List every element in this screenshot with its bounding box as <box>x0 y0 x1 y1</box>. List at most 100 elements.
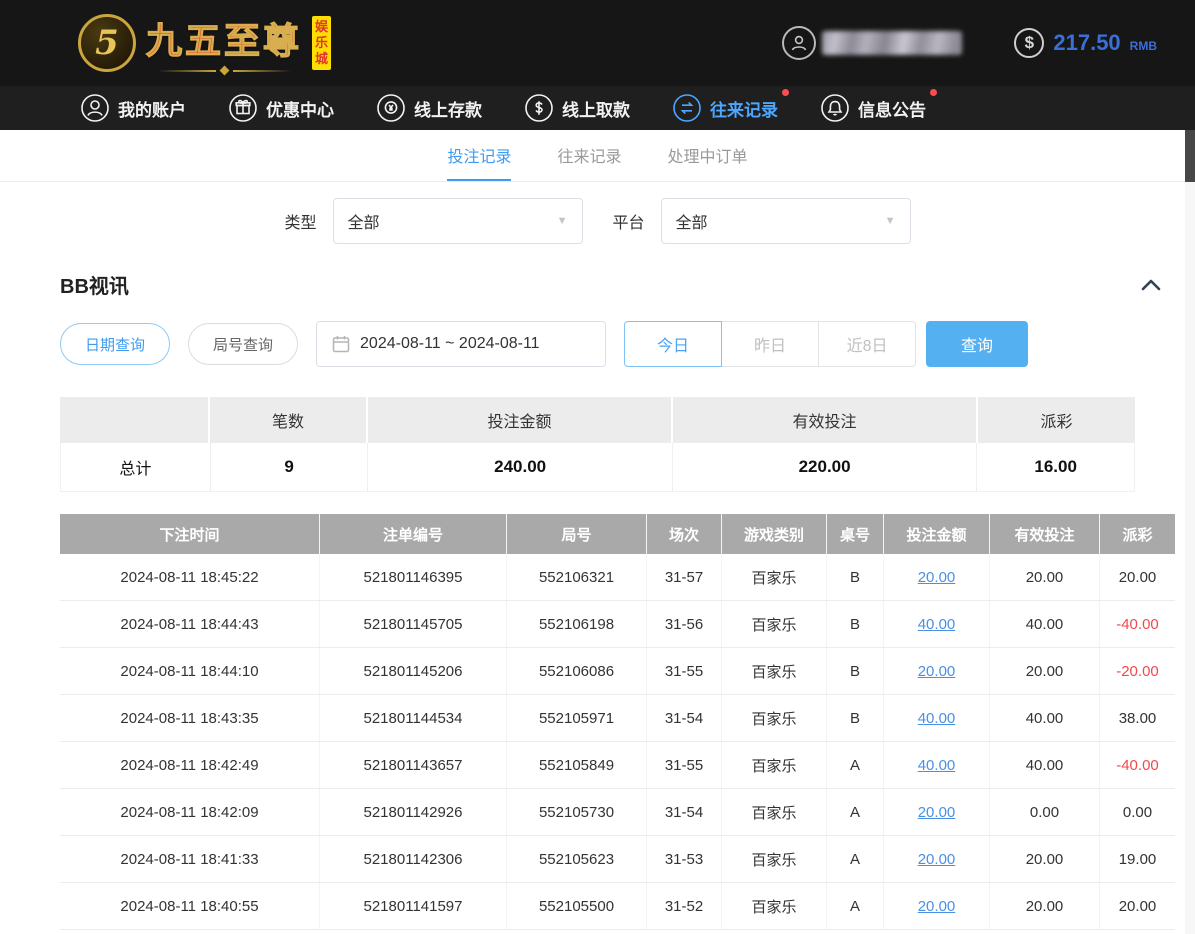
type-filter: 类型 全部 ▼ <box>284 198 582 244</box>
bet-amount[interactable]: 20.00 <box>884 554 990 600</box>
col-header-game-type: 游戏类别 <box>722 514 827 554</box>
deposit-icon <box>376 93 406 123</box>
summary-total-row: 总计 9 240.00 220.00 16.00 <box>60 443 1135 492</box>
logo[interactable]: 5 九五至尊 娱乐城 <box>78 12 331 74</box>
round-id: 552106321 <box>507 554 647 600</box>
session: 31-53 <box>647 836 722 882</box>
scrollbar[interactable] <box>1185 130 1195 934</box>
table-no: A <box>827 742 884 788</box>
username-blurred <box>822 31 962 55</box>
payout: 38.00 <box>1100 695 1175 741</box>
tab-bet-records[interactable]: 投注记录 <box>447 130 511 181</box>
date-range-input[interactable]: 2024-08-11 ~ 2024-08-11 <box>316 321 606 367</box>
tab-processing-orders[interactable]: 处理中订单 <box>668 130 748 181</box>
platform-filter-label: 平台 <box>613 209 645 233</box>
nav-item-my-account[interactable]: 我的账户 <box>80 93 186 123</box>
game-type: 百家乐 <box>722 789 827 835</box>
platform-select[interactable]: 全部 ▼ <box>661 198 911 244</box>
logo-text: 九五至尊 <box>146 12 302 74</box>
session: 31-54 <box>647 695 722 741</box>
notification-dot <box>930 89 937 96</box>
table-no: B <box>827 601 884 647</box>
valid-bet: 20.00 <box>990 554 1100 600</box>
bet-time: 2024-08-11 18:42:49 <box>60 742 320 788</box>
game-type: 百家乐 <box>722 695 827 741</box>
yesterday-button[interactable]: 昨日 <box>721 321 819 367</box>
col-header-bet-time: 下注时间 <box>60 514 320 554</box>
date-query-button[interactable]: 日期查询 <box>60 323 170 365</box>
platform-select-value: 全部 <box>676 209 708 233</box>
topbar-right: $ 217.50 RMB <box>782 26 1157 60</box>
payout: -20.00 <box>1100 648 1175 694</box>
bet-amount[interactable]: 40.00 <box>884 742 990 788</box>
bet-id: 521801145206 <box>320 648 507 694</box>
table-row: 2024-08-11 18:45:22521801146395552106321… <box>60 554 1175 601</box>
balance-amount: 217.50 <box>1053 30 1120 56</box>
valid-bet: 0.00 <box>990 789 1100 835</box>
bet-time: 2024-08-11 18:40:55 <box>60 883 320 929</box>
bet-amount[interactable]: 40.00 <box>884 695 990 741</box>
search-button[interactable]: 查询 <box>926 321 1028 367</box>
valid-bet: 20.00 <box>990 648 1100 694</box>
nav-item-promotions[interactable]: 优惠中心 <box>228 93 334 123</box>
filter-row: 类型 全部 ▼ 平台 全部 ▼ <box>0 198 1195 244</box>
round-id: 552106198 <box>507 601 647 647</box>
col-header-bet-amount: 投注金额 <box>884 514 990 554</box>
summary-count-value: 9 <box>211 443 369 491</box>
game-type: 百家乐 <box>722 601 827 647</box>
bet-amount[interactable]: 20.00 <box>884 836 990 882</box>
nav-label: 线上取款 <box>562 96 630 121</box>
calendar-icon <box>332 335 350 353</box>
session: 31-54 <box>647 789 722 835</box>
table-row: 2024-08-11 18:43:35521801144534552105971… <box>60 695 1175 742</box>
bet-time: 2024-08-11 18:43:35 <box>60 695 320 741</box>
summary-header-row: 笔数 投注金额 有效投注 派彩 <box>60 397 1135 443</box>
nav-label: 信息公告 <box>858 96 926 121</box>
user-account[interactable] <box>782 26 962 60</box>
round-id: 552105623 <box>507 836 647 882</box>
payout: 20.00 <box>1100 554 1175 600</box>
round-query-button[interactable]: 局号查询 <box>188 323 298 365</box>
balance[interactable]: $ 217.50 RMB <box>1014 28 1157 58</box>
col-header-bet-id: 注单编号 <box>320 514 507 554</box>
bet-id: 521801142926 <box>320 789 507 835</box>
game-type: 百家乐 <box>722 742 827 788</box>
scrollbar-thumb[interactable] <box>1185 130 1195 182</box>
bet-time: 2024-08-11 18:41:33 <box>60 836 320 882</box>
bet-id: 521801144534 <box>320 695 507 741</box>
today-button[interactable]: 今日 <box>624 321 722 367</box>
collapse-section-button[interactable] <box>1141 279 1161 291</box>
bet-id: 521801142306 <box>320 836 507 882</box>
table-row: 2024-08-11 18:44:10521801145206552106086… <box>60 648 1175 695</box>
chevron-down-icon: ▼ <box>557 215 568 227</box>
payout: -40.00 <box>1100 742 1175 788</box>
bet-amount[interactable]: 20.00 <box>884 883 990 929</box>
table-row: 2024-08-11 18:42:49521801143657552105849… <box>60 742 1175 789</box>
bet-amount[interactable]: 20.00 <box>884 789 990 835</box>
session: 31-56 <box>647 601 722 647</box>
nav-item-announcements[interactable]: 信息公告 <box>820 93 926 123</box>
logo-flourish <box>158 67 291 74</box>
bet-amount[interactable]: 20.00 <box>884 648 990 694</box>
user-icon <box>80 93 110 123</box>
nav-item-transaction-records[interactable]: 往来记录 <box>672 93 778 123</box>
tab-transaction-records[interactable]: 往来记录 <box>557 130 621 181</box>
nav-item-deposit[interactable]: 线上存款 <box>376 93 482 123</box>
withdraw-icon <box>524 93 554 123</box>
summary-header-valid-bet: 有效投注 <box>673 397 978 443</box>
avatar-icon <box>782 26 816 60</box>
last-8-days-button[interactable]: 近8日 <box>818 321 916 367</box>
payout: 0.00 <box>1100 789 1175 835</box>
brand-coin-icon: 5 <box>78 14 136 72</box>
nav-label: 我的账户 <box>118 96 186 121</box>
type-select[interactable]: 全部 ▼ <box>333 198 583 244</box>
bet-id: 521801141597 <box>320 883 507 929</box>
session: 31-52 <box>647 883 722 929</box>
gift-icon <box>228 93 258 123</box>
bell-icon <box>820 93 850 123</box>
bet-id: 521801146395 <box>320 554 507 600</box>
round-id: 552105500 <box>507 883 647 929</box>
bet-amount[interactable]: 40.00 <box>884 601 990 647</box>
bet-id: 521801145705 <box>320 601 507 647</box>
nav-item-withdraw[interactable]: 线上取款 <box>524 93 630 123</box>
